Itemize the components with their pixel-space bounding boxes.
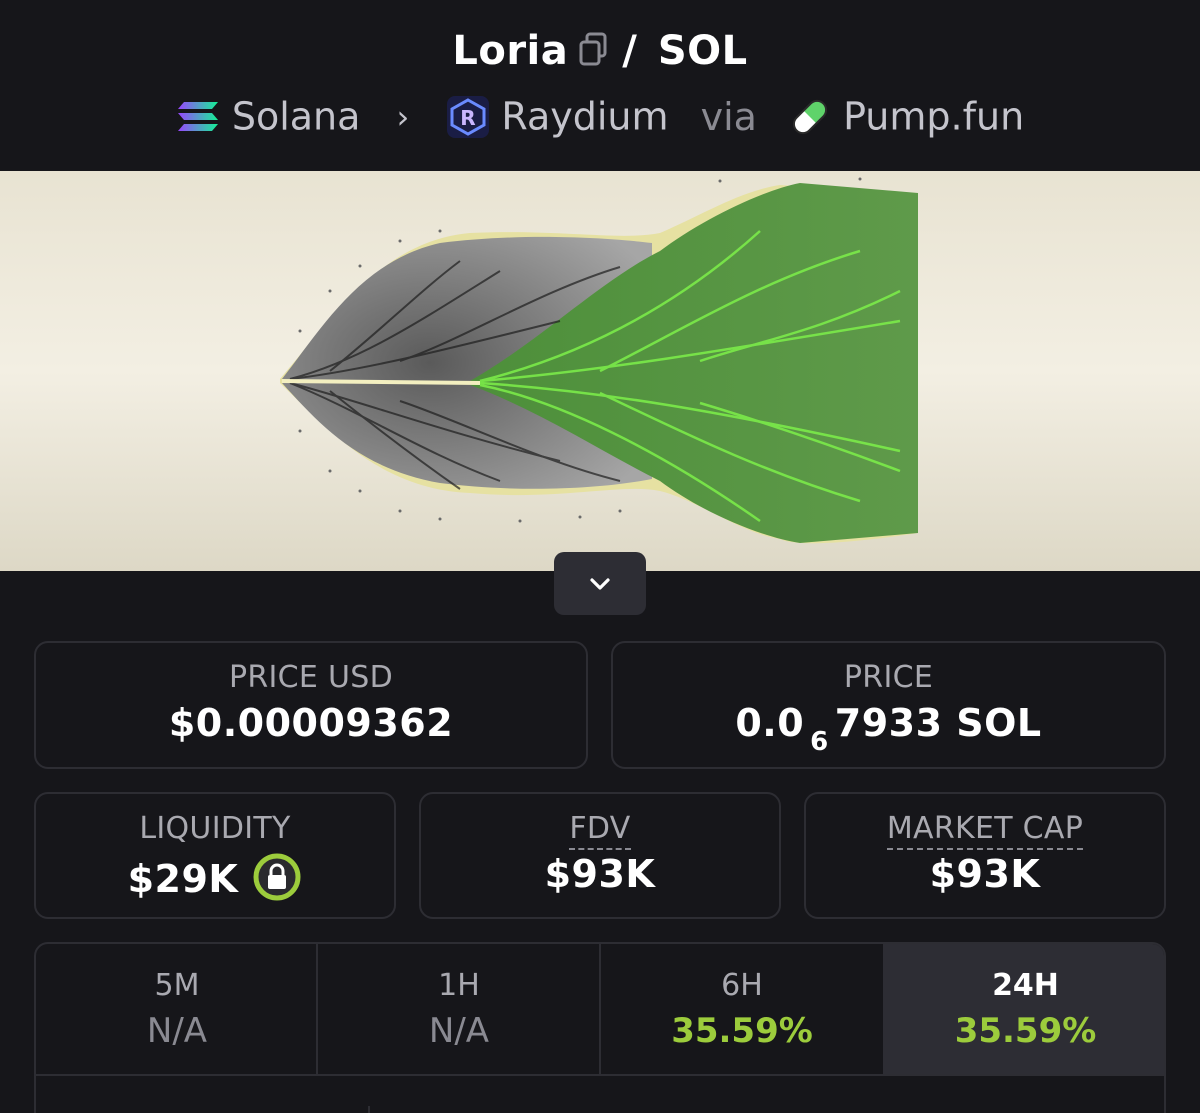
chain-link[interactable]: Solana: [232, 95, 361, 139]
timeframe-tabs: 5M N/A 1H N/A 6H 35.59% 24H 35.59%: [34, 942, 1166, 1113]
breadcrumb: Solana › R Raydium via Pump.fun: [0, 92, 1200, 140]
chevron-down-icon: [590, 577, 610, 590]
dex-link[interactable]: Raydium: [501, 95, 668, 139]
quote-token: SOL: [657, 28, 748, 74]
tab-24h[interactable]: 24H 35.59%: [883, 944, 1164, 1074]
via-label: via: [700, 94, 757, 139]
launchpad-link[interactable]: Pump.fun: [843, 95, 1024, 139]
tab-5m[interactable]: 5M N/A: [36, 944, 318, 1074]
liquidity-label: LIQUIDITY: [139, 811, 291, 846]
price-suffix: 7933 SOL: [834, 701, 1042, 745]
chevron-right-icon: ›: [396, 97, 410, 136]
market-cap-card: MARKET CAP $93K: [804, 792, 1166, 919]
svg-text:R: R: [461, 106, 476, 130]
price-usd-value: $0.00009362: [168, 701, 454, 745]
pair-title: Loria / SOL: [0, 28, 1200, 74]
fdv-card: FDV $93K: [419, 792, 781, 919]
token-name: Loria: [452, 28, 569, 74]
market-cap-value: $93K: [929, 852, 1041, 896]
tab-change: 35.59%: [954, 1011, 1097, 1051]
fdv-label[interactable]: FDV: [569, 811, 631, 850]
price-sol-label: PRICE: [843, 660, 934, 695]
price-prefix: 0.0: [735, 701, 805, 745]
tab-bottom-divider: [36, 1074, 1164, 1076]
price-usd-card: PRICE USD $0.00009362: [34, 641, 588, 769]
pair-header: Loria / SOL Solana › R Raydium via Pump.fu…: [0, 0, 1200, 171]
tab-label: 5M: [154, 968, 200, 1003]
tab-change: N/A: [428, 1011, 490, 1051]
pair-separator: /: [622, 28, 638, 74]
liquidity-value: $29K: [127, 857, 239, 901]
lock-icon[interactable]: [252, 852, 302, 902]
tab-6h[interactable]: 6H 35.59%: [601, 944, 883, 1074]
raydium-logo-icon: R: [445, 94, 491, 140]
price-subscript: 6: [810, 727, 829, 757]
price-sol-card: PRICE 0.0 6 7933 SOL: [611, 641, 1166, 769]
price-usd-label: PRICE USD: [228, 660, 394, 695]
market-cap-label[interactable]: MARKET CAP: [886, 811, 1084, 850]
tab-label: 6H: [721, 968, 763, 1003]
fdv-value: $93K: [544, 852, 656, 896]
tab-label: 24H: [992, 968, 1059, 1003]
price-sol-value: 0.0 6 7933 SOL: [613, 701, 1164, 757]
liquidity-card: LIQUIDITY $29K: [34, 792, 396, 919]
token-banner-image: [0, 171, 1200, 571]
expand-banner-button[interactable]: [554, 552, 646, 615]
tab-change: 35.59%: [671, 1011, 813, 1051]
stats-divider: [368, 1106, 370, 1113]
solana-logo-icon: [176, 94, 222, 140]
tab-label: 1H: [438, 968, 480, 1003]
tab-change: N/A: [146, 1011, 208, 1051]
pill-icon: [787, 94, 833, 140]
copy-icon[interactable]: [578, 30, 608, 66]
tab-1h[interactable]: 1H N/A: [318, 944, 600, 1074]
